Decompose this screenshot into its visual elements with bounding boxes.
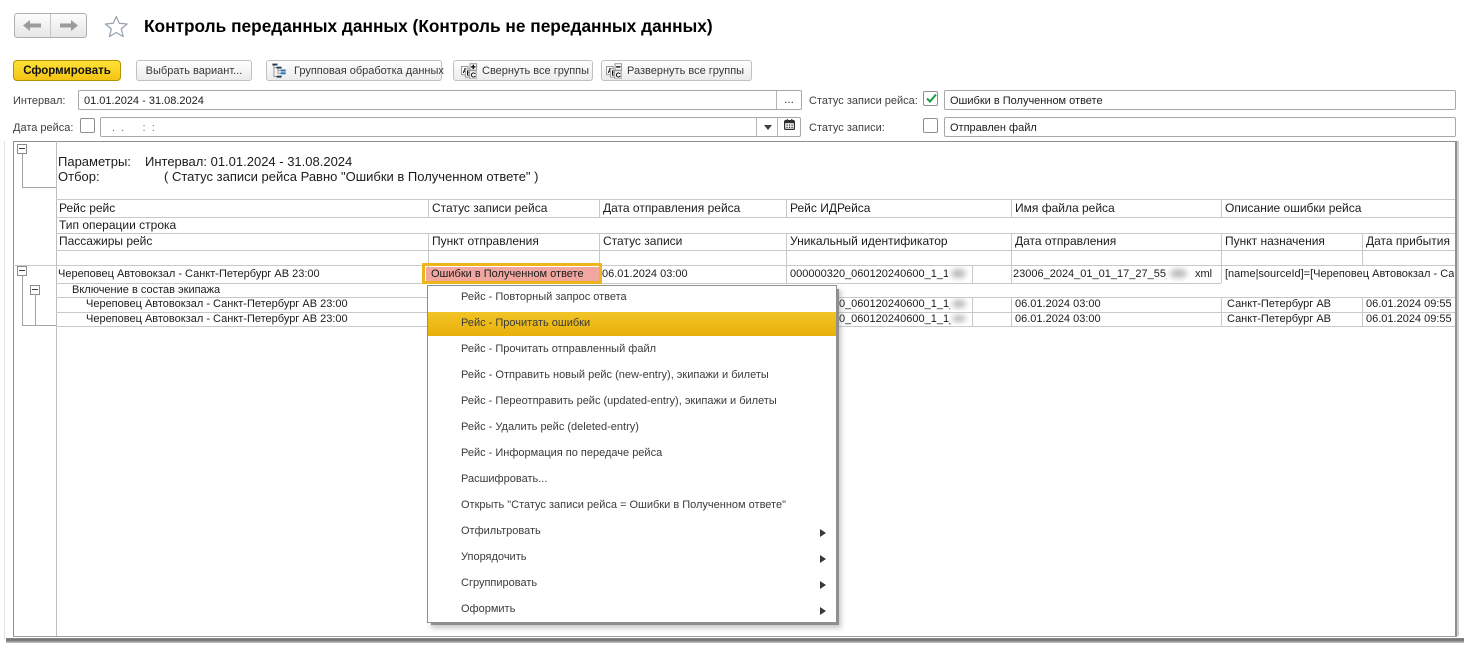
svg-text:C: C [616,72,621,79]
svg-text:C: C [471,72,476,79]
